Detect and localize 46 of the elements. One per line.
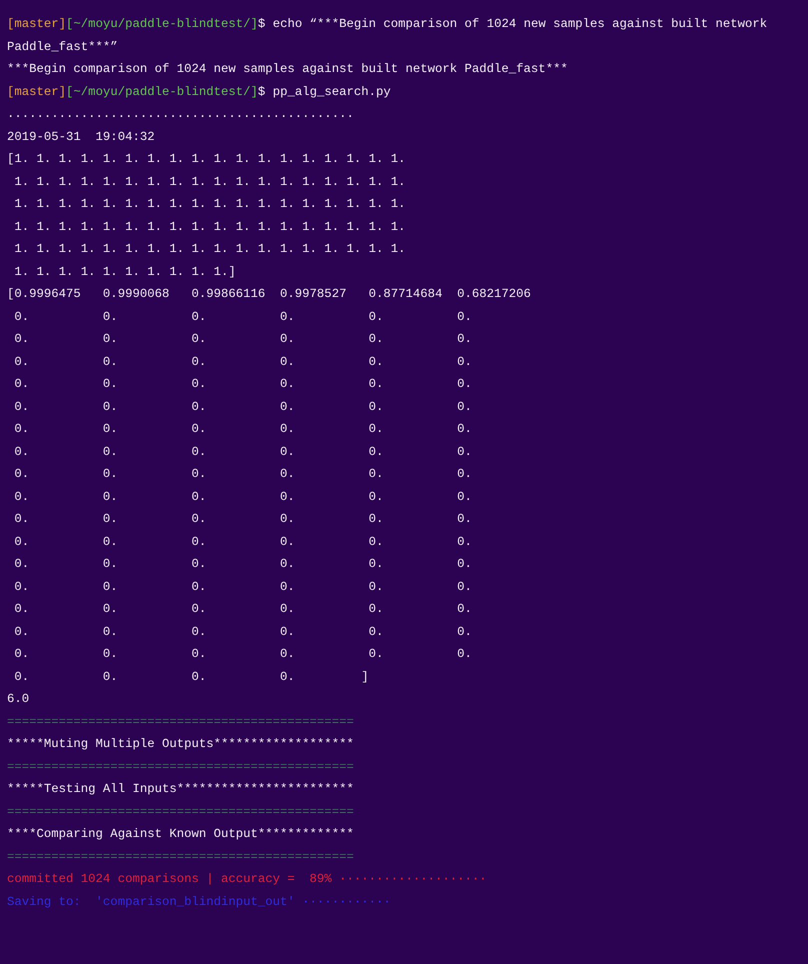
output-line: 1. 1. 1. 1. 1. 1. 1. 1. 1. 1. 1. 1. 1. 1. 1. 1. 1. 1. xyxy=(13,197,406,211)
separator-line: =============================================== xyxy=(7,850,354,864)
separator-line: =============================================== xyxy=(7,804,354,818)
output-line: *****Testing All Inputs************************ xyxy=(7,782,354,796)
output-line: 2019-05-31 19:04:32 xyxy=(7,130,155,144)
branch-label: [master] xyxy=(7,17,66,31)
output-line: 0. 0. 0. 0. 0. 0. xyxy=(13,512,472,526)
output-line: 1. 1. 1. 1. 1. 1. 1. 1. 1. 1. 1. 1. 1. 1. 1. 1. 1. 1. xyxy=(13,174,406,188)
output-line: 0. 0. 0. 0. 0. 0. xyxy=(13,332,472,346)
output-line: 0. 0. 0. 0. 0. 0. xyxy=(13,354,472,368)
output-line: 0. 0. 0. 0. 0. 0. xyxy=(13,534,472,548)
output-line: [0.9996475 0.9990068 0.99866116 0.9978527 0.87714684 0.68217206 xyxy=(7,287,531,301)
output-line: 6.0 xyxy=(7,692,30,706)
output-line: 0. 0. 0. 0. 0. 0. xyxy=(13,647,472,661)
output-line: ***Begin comparison of 1024 new samples against built network Paddle_fast*** xyxy=(7,62,568,76)
output-line: 0. 0. 0. 0. 0. 0. xyxy=(13,377,472,391)
output-line: ****Comparing Against Known Output************* xyxy=(7,827,354,841)
separator-line: =============================================== xyxy=(7,760,354,774)
output-line: *****Muting Multiple Outputs******************* xyxy=(7,737,354,751)
separator-line: =============================================== xyxy=(7,714,354,728)
output-line: 0. 0. 0. 0. 0. 0. xyxy=(13,467,472,481)
output-line: 0. 0. 0. 0. 0. 0. xyxy=(13,602,472,616)
path-label: [~/moyu/paddle-blindtest/] xyxy=(66,17,258,31)
output-line: 0. 0. 0. 0. 0. 0. xyxy=(13,400,472,414)
output-line: 1. 1. 1. 1. 1. 1. 1. 1. 1. 1. 1. 1. 1. 1. 1. 1. 1. 1. xyxy=(13,242,406,256)
output-line: Paddle_fast***” xyxy=(7,40,118,54)
output-line: 0. 0. 0. 0. ] xyxy=(13,670,369,684)
error-line: committed 1024 comparisons | accuracy = 89% ···················· xyxy=(7,872,487,886)
branch-label: [master] xyxy=(7,84,66,98)
output-line: 1. 1. 1. 1. 1. 1. 1. 1. 1. 1.] xyxy=(13,264,236,278)
output-line: 0. 0. 0. 0. 0. 0. xyxy=(13,624,472,638)
command-text: echo “***Begin comparison of 1024 new samples against built network xyxy=(272,17,768,31)
output-line: 0. 0. 0. 0. 0. 0. xyxy=(13,310,472,324)
output-line: 0. 0. 0. 0. 0. 0. xyxy=(13,580,472,594)
info-line: Saving to: 'comparison_blindinput_out' ············ xyxy=(7,894,391,908)
output-line: 0. 0. 0. 0. 0. 0. xyxy=(13,490,472,504)
output-line: [1. 1. 1. 1. 1. 1. 1. 1. 1. 1. 1. 1. 1. 1. 1. 1. 1. 1. xyxy=(7,152,406,166)
command-text: pp_alg_search.py xyxy=(272,84,391,98)
output-line: 1. 1. 1. 1. 1. 1. 1. 1. 1. 1. 1. 1. 1. 1. 1. 1. 1. 1. xyxy=(13,220,406,234)
path-label: [~/moyu/paddle-blindtest/] xyxy=(66,84,258,98)
output-line: 0. 0. 0. 0. 0. 0. xyxy=(13,444,472,458)
output-line: 0. 0. 0. 0. 0. 0. xyxy=(13,557,472,571)
prompt-symbol: $ xyxy=(258,84,266,98)
prompt-symbol: $ xyxy=(258,17,266,31)
output-line: 0. 0. 0. 0. 0. 0. xyxy=(13,422,472,436)
output-line: ............................................... xyxy=(7,107,354,121)
